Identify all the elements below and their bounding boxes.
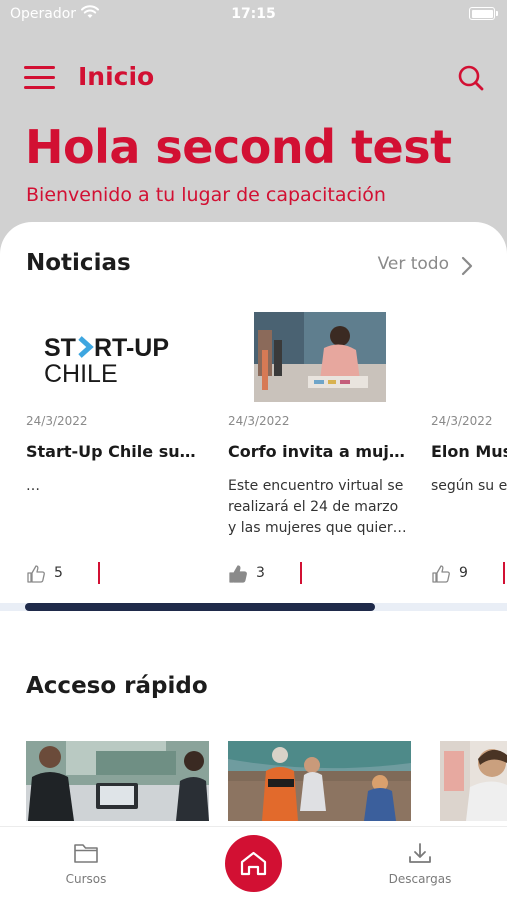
news-card[interactable]: 24/3/2022 Elon Mus según su e 9 <box>431 310 507 590</box>
like-count: 5 <box>54 565 63 581</box>
news-date: 24/3/2022 <box>431 414 493 428</box>
news-description: … <box>26 478 40 494</box>
nav-courses[interactable]: Cursos <box>46 842 126 886</box>
welcome-subtitle: Bienvenido a tu lugar de capacitación <box>26 184 386 206</box>
thumbs-up-icon[interactable] <box>228 564 248 584</box>
folder-icon <box>74 844 98 863</box>
svg-text:CHILE: CHILE <box>44 360 118 388</box>
quick-access-tile-portrait[interactable] <box>440 741 507 821</box>
news-card[interactable]: 24/3/2022 Corfo invita a muje… Este encu… <box>228 310 413 590</box>
divider <box>98 562 100 584</box>
chevron-right-icon[interactable] <box>461 256 473 276</box>
greeting-heading: Hola second test <box>25 120 452 174</box>
quick-access-title: Acceso rápido <box>26 673 208 699</box>
news-title: Elon Mus <box>431 442 507 461</box>
search-icon[interactable] <box>457 64 485 92</box>
page-title: Inicio <box>78 62 155 91</box>
news-description: según su e <box>431 478 507 494</box>
news-title: Corfo invita a muje… <box>228 442 413 461</box>
nav-courses-label: Cursos <box>65 872 107 886</box>
news-description: Este encuentro virtual se realizará el 2… <box>228 478 407 536</box>
nav-downloads[interactable]: Descargas <box>380 842 460 886</box>
like-row: 9 <box>431 562 507 586</box>
news-date: 24/3/2022 <box>26 414 88 428</box>
nav-downloads-label: Descargas <box>388 872 452 886</box>
battery-icon <box>469 7 498 20</box>
like-count: 3 <box>256 565 265 581</box>
download-icon <box>409 843 431 863</box>
quick-access-tile-meeting[interactable] <box>26 741 209 821</box>
thumbs-up-icon[interactable] <box>26 564 46 584</box>
news-photo-woman-painting <box>228 310 413 404</box>
startup-chile-logo: ST RT-UP CHILE <box>26 310 211 404</box>
divider <box>503 562 505 584</box>
news-title: Start-Up Chile sum… <box>26 442 211 461</box>
svg-text:RT-UP: RT-UP <box>94 334 169 362</box>
like-count: 9 <box>459 565 468 581</box>
status-bar: Operador 17:15 <box>0 0 507 28</box>
svg-text:ST: ST <box>44 334 76 362</box>
like-row: 5 <box>26 562 211 586</box>
clock: 17:15 <box>231 6 276 22</box>
home-icon <box>240 851 267 876</box>
quick-access-tile-fieldwork[interactable] <box>228 741 411 821</box>
see-all-link[interactable]: Ver todo <box>378 254 449 274</box>
thumbs-up-icon[interactable] <box>431 564 451 584</box>
news-scrollbar-thumb[interactable] <box>25 603 375 611</box>
news-section-title: Noticias <box>26 250 131 276</box>
divider <box>300 562 302 584</box>
home-button[interactable] <box>225 835 282 892</box>
news-card[interactable]: ST RT-UP CHILE 24/3/2022 Start-Up Chile … <box>26 310 211 590</box>
like-row: 3 <box>228 562 413 586</box>
news-date: 24/3/2022 <box>228 414 290 428</box>
menu-button[interactable] <box>24 66 55 90</box>
